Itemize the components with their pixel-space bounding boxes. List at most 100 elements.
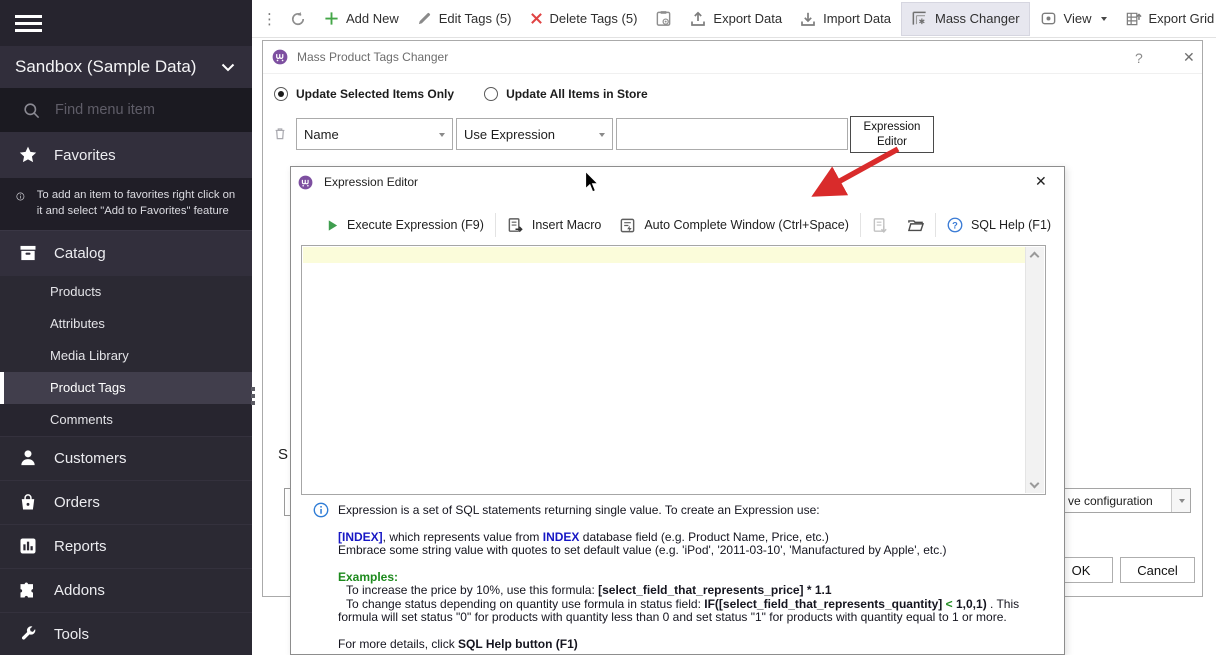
svg-text:?: ? xyxy=(952,220,958,230)
autocomplete-label: Auto Complete Window (Ctrl+Space) xyxy=(644,218,849,232)
sidebar-item-label: Attributes xyxy=(50,316,105,331)
chevron-down-icon xyxy=(220,59,236,75)
help-intro: Expression is a set of SQL statements re… xyxy=(338,504,1044,518)
info-icon xyxy=(313,502,329,518)
expression-editor-button[interactable]: Expression Editor xyxy=(850,116,934,153)
insert-macro-label: Insert Macro xyxy=(532,218,601,232)
refresh-button[interactable] xyxy=(281,0,315,38)
store-name: Sandbox (Sample Data) xyxy=(15,57,196,77)
view-dropdown-button[interactable]: View xyxy=(1031,0,1116,38)
sidebar-item-product-tags[interactable]: Product Tags xyxy=(0,372,252,404)
delete-tags-label: Delete Tags (5) xyxy=(550,11,638,26)
refresh-icon xyxy=(290,11,306,27)
help-examples: Examples: To increase the price by 10%, … xyxy=(338,571,1044,625)
remove-row-button[interactable] xyxy=(273,126,287,144)
mass-changer-button[interactable]: Mass Changer xyxy=(901,2,1030,36)
execute-label: Execute Expression (F9) xyxy=(347,218,484,232)
sidebar-item-orders[interactable]: Orders xyxy=(0,480,252,524)
help-more-details: For more details, click SQL Help button … xyxy=(338,638,1044,652)
scroll-up-icon[interactable] xyxy=(1030,252,1040,262)
close-icon[interactable]: ✕ xyxy=(1035,173,1047,190)
expression-text-editor[interactable] xyxy=(301,245,1046,495)
insert-macro-icon xyxy=(507,217,524,234)
user-icon xyxy=(18,448,38,468)
close-icon[interactable]: ✕ xyxy=(1183,49,1195,66)
insert-macro-button[interactable]: Insert Macro xyxy=(498,210,610,240)
autocomplete-icon xyxy=(619,217,636,234)
editor-scrollbar[interactable] xyxy=(1025,247,1044,493)
edit-tags-label: Edit Tags (5) xyxy=(439,11,512,26)
sidebar-item-reports[interactable]: Reports xyxy=(0,524,252,568)
sidebar-item-tools[interactable]: Tools xyxy=(0,612,252,655)
add-new-label: Add New xyxy=(346,11,399,26)
chevron-down-icon xyxy=(439,133,445,137)
export-data-button[interactable]: Export Data xyxy=(681,0,791,38)
dialog-title: Mass Product Tags Changer xyxy=(297,50,448,64)
delete-tags-button[interactable]: Delete Tags (5) xyxy=(521,0,647,38)
radio-update-all[interactable]: Update All Items in Store xyxy=(484,87,648,101)
save-expression-button[interactable] xyxy=(863,210,898,240)
scroll-down-icon[interactable] xyxy=(1030,479,1040,489)
clipboard-eye-icon xyxy=(655,10,672,27)
sidebar-item-label: Catalog xyxy=(54,245,106,262)
orders-bag-icon xyxy=(18,492,38,512)
store-selector[interactable]: Sandbox (Sample Data) xyxy=(0,46,252,88)
export-grid-dropdown-button[interactable]: Export Grid xyxy=(1116,0,1216,38)
import-icon xyxy=(800,11,816,27)
sidebar-item-media-library[interactable]: Media Library xyxy=(0,340,252,372)
overflow-menu-icon[interactable]: ⋮ xyxy=(252,10,281,28)
field-select-value: Name xyxy=(304,127,339,142)
plus-icon xyxy=(324,11,339,26)
sidebar-item-catalog[interactable]: Catalog xyxy=(0,230,252,276)
action-select[interactable]: Use Expression xyxy=(456,118,613,150)
hamburger-menu-button[interactable] xyxy=(0,0,252,46)
execute-expression-button[interactable]: Execute Expression (F9) xyxy=(317,210,493,240)
cancel-button[interactable]: Cancel xyxy=(1120,557,1195,583)
view-eye-icon xyxy=(1040,10,1057,27)
export-data-label: Export Data xyxy=(713,11,782,26)
chevron-down-icon xyxy=(1101,17,1107,21)
radio-label: Update Selected Items Only xyxy=(296,87,454,101)
sidebar-splitter-handle[interactable] xyxy=(251,387,255,408)
open-expression-button[interactable] xyxy=(898,210,933,240)
configuration-select-value: ve configuration xyxy=(1057,494,1153,508)
radio-label: Update All Items in Store xyxy=(506,87,648,101)
dialog-titlebar: Mass Product Tags Changer xyxy=(263,41,1202,74)
app-logo-icon xyxy=(272,49,288,65)
mass-changer-label: Mass Changer xyxy=(935,11,1020,26)
help-button[interactable]: ? xyxy=(1135,50,1143,66)
addons-puzzle-icon xyxy=(18,580,38,600)
export-grid-icon xyxy=(1125,10,1142,27)
sidebar-item-addons[interactable]: Addons xyxy=(0,568,252,612)
configuration-select[interactable]: ve configuration xyxy=(1056,488,1191,513)
sql-help-button[interactable]: ? SQL Help (F1) xyxy=(938,210,1060,240)
menu-search xyxy=(0,88,252,132)
sidebar-item-favorites[interactable]: Favorites xyxy=(0,132,252,178)
delete-x-icon xyxy=(530,12,543,25)
view-label: View xyxy=(1064,11,1092,26)
sidebar-item-label: Orders xyxy=(54,494,100,511)
field-select[interactable]: Name xyxy=(296,118,453,150)
sidebar-item-attributes[interactable]: Attributes xyxy=(0,308,252,340)
sidebar: Sandbox (Sample Data) Favorites To add a… xyxy=(0,0,252,655)
import-data-button[interactable]: Import Data xyxy=(791,0,900,38)
index-token: INDEX xyxy=(543,530,580,544)
search-input[interactable] xyxy=(53,101,223,119)
preview-button[interactable] xyxy=(646,0,681,38)
export-icon xyxy=(690,11,706,27)
configuration-dropdown-button[interactable] xyxy=(1171,489,1190,512)
expression-help-text: Expression is a set of SQL statements re… xyxy=(338,504,1044,655)
examples-header: Examples: xyxy=(338,571,1044,585)
value-input[interactable] xyxy=(616,118,848,150)
sidebar-item-customers[interactable]: Customers xyxy=(0,436,252,480)
sidebar-item-products[interactable]: Products xyxy=(0,276,252,308)
radio-update-selected[interactable]: Update Selected Items Only xyxy=(274,87,454,101)
catalog-icon xyxy=(18,243,38,263)
sidebar-item-label: Products xyxy=(50,284,101,299)
favorites-hint: To add an item to favorites right click … xyxy=(0,178,252,230)
edit-tags-button[interactable]: Edit Tags (5) xyxy=(408,0,521,38)
sidebar-item-comments[interactable]: Comments xyxy=(0,404,252,436)
add-new-button[interactable]: Add New xyxy=(315,0,408,38)
autocomplete-button[interactable]: Auto Complete Window (Ctrl+Space) xyxy=(610,210,858,240)
sql-help-label: SQL Help (F1) xyxy=(971,218,1051,232)
